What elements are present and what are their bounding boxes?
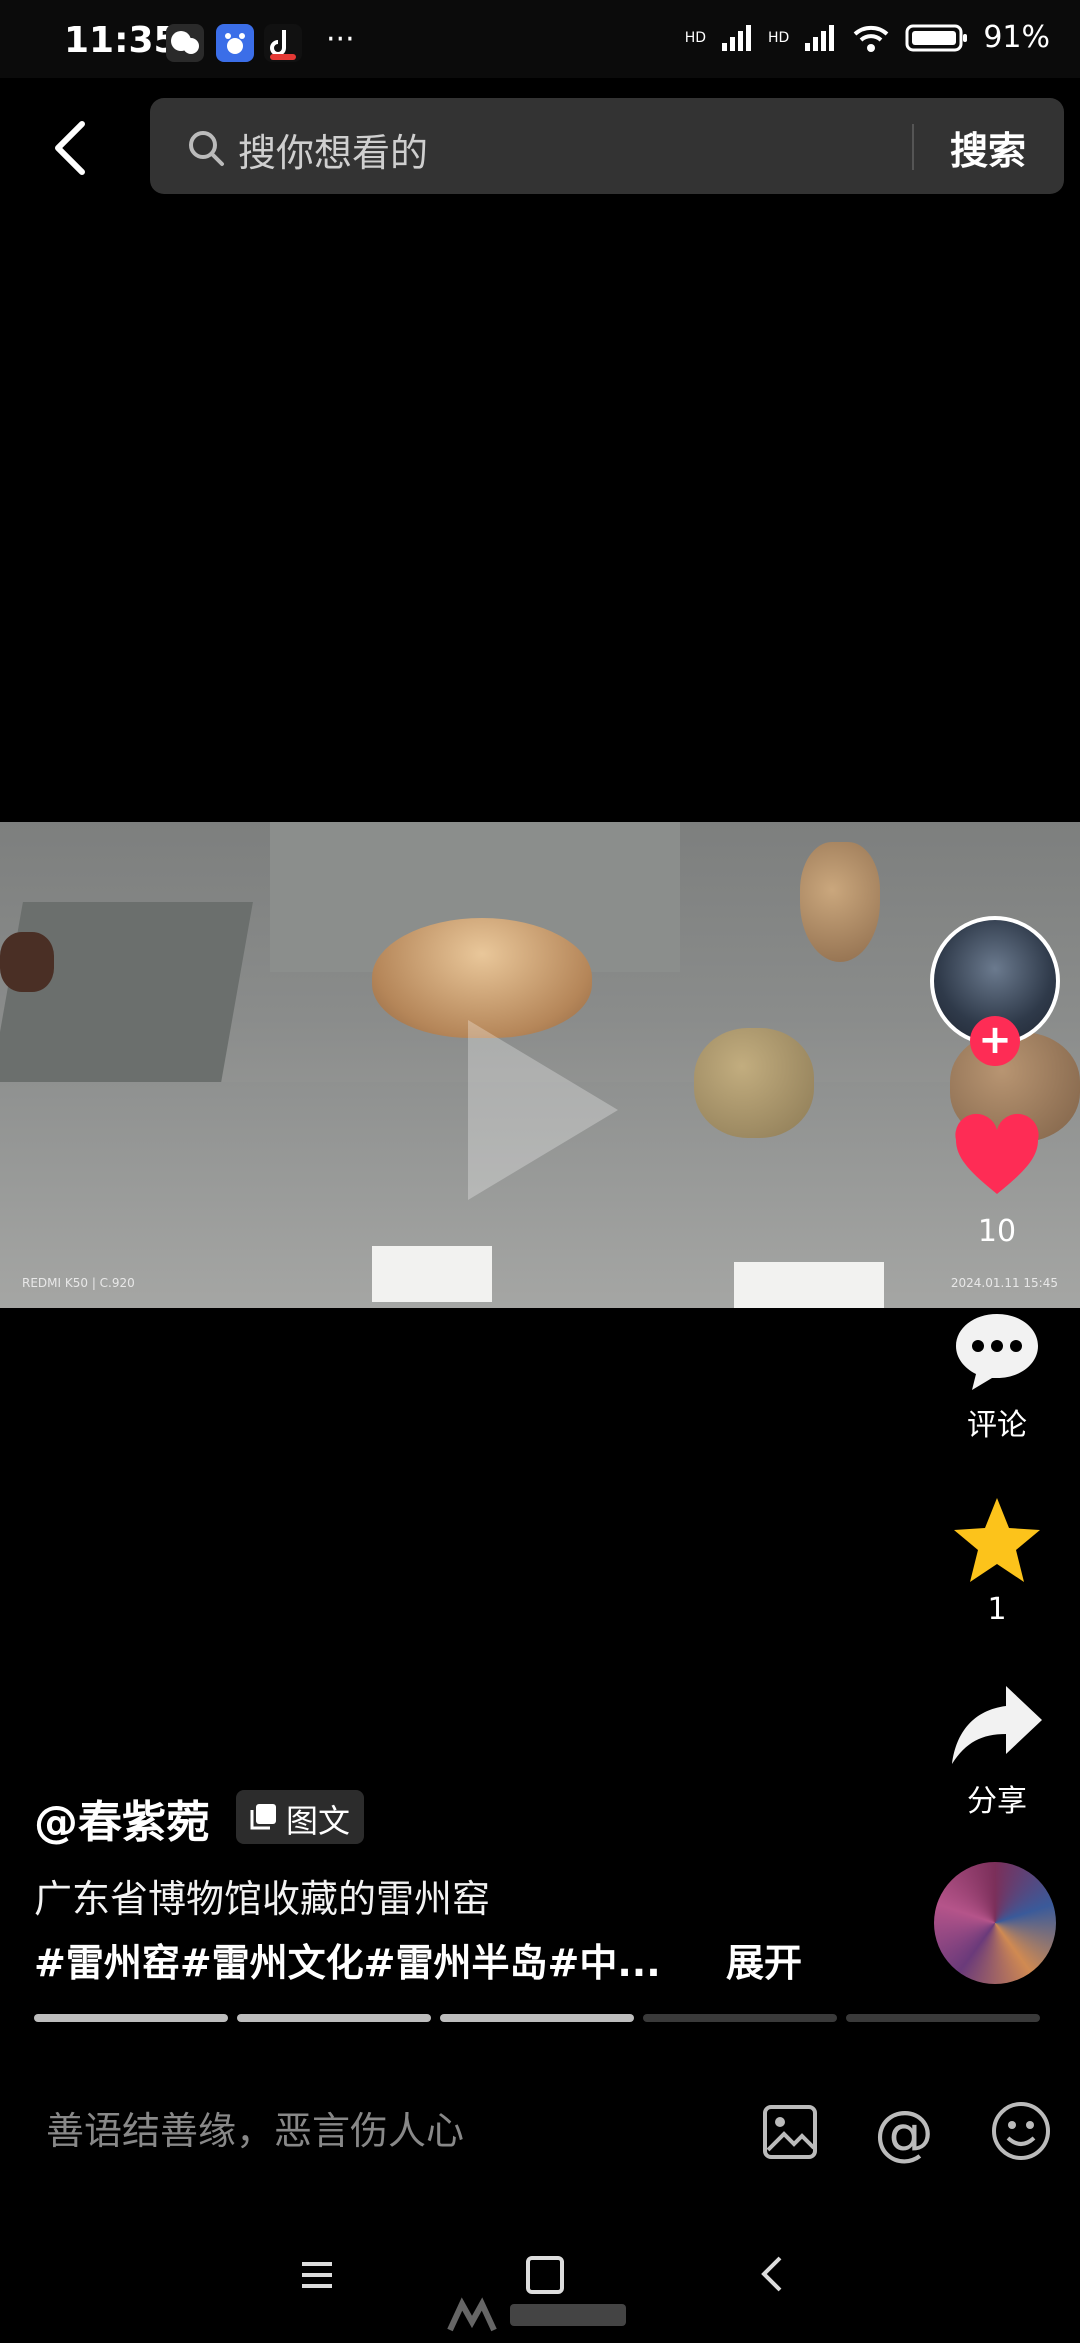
battery-icon <box>905 24 968 51</box>
search-icon <box>186 128 226 168</box>
search-button[interactable]: 搜索 <box>950 120 1026 175</box>
signal-1-label: HD <box>684 29 706 46</box>
ceramic-vase <box>800 842 880 962</box>
expand-button[interactable]: 展开 <box>726 1932 802 1987</box>
exhibit-label-card-2 <box>734 1262 884 1308</box>
emoji-icon[interactable] <box>990 2100 1052 2162</box>
wechat-icon <box>166 24 204 62</box>
image-progress-segment <box>846 2014 1040 2022</box>
favorite-count: 1 <box>987 1592 1007 1627</box>
post-type-label: 图文 <box>286 1802 351 1840</box>
play-icon[interactable] <box>468 1020 618 1200</box>
post-description: 广东省博物馆收藏的雷州窑 <box>34 1877 491 1921</box>
like-count: 10 <box>977 1214 1017 1249</box>
ceramic-bowl-dark <box>0 932 54 992</box>
menu-icon[interactable] <box>300 2260 334 2290</box>
signal-2-label: HD <box>768 29 790 46</box>
baidu-icon <box>216 24 254 62</box>
author-name[interactable]: @春紫菀 <box>34 1786 210 1850</box>
search-divider <box>912 124 914 170</box>
exhibit-label-card <box>372 1246 492 1302</box>
nav-back-icon[interactable] <box>756 2254 786 2294</box>
image-progress-segment <box>440 2014 634 2022</box>
ceramic-ewer <box>694 1028 814 1138</box>
back-button[interactable] <box>50 118 90 178</box>
more-notifications-icon: ··· <box>326 22 355 57</box>
share-icon[interactable] <box>948 1680 1046 1770</box>
post-hashtags[interactable]: #雷州窑#雷州文化#雷州半岛#中... <box>34 1932 661 1987</box>
comment-label: 评论 <box>967 1408 1027 1443</box>
wifi-icon <box>853 25 889 52</box>
search-input[interactable]: 搜你想看的 <box>238 122 428 177</box>
douyin-icon <box>264 24 302 62</box>
image-progress-segment <box>34 2014 228 2022</box>
image-icon[interactable] <box>762 2104 818 2160</box>
status-time: 11:35 <box>64 20 179 61</box>
image-progress-segment <box>237 2014 431 2022</box>
share-label: 分享 <box>967 1784 1027 1819</box>
comment-icon[interactable] <box>952 1306 1042 1396</box>
heart-icon[interactable] <box>950 1110 1044 1204</box>
signal-1-icon <box>722 24 751 51</box>
image-progress-segment <box>643 2014 837 2022</box>
status-right: HD HD 91% <box>685 20 1050 55</box>
battery-level: 91% <box>983 20 1050 55</box>
image-post-icon <box>248 1802 278 1832</box>
follow-button[interactable]: + <box>970 1016 1020 1066</box>
signal-2-icon <box>805 24 835 51</box>
music-disc[interactable] <box>934 1862 1056 1984</box>
date-watermark: 2024.01.11 15:45 <box>950 1276 1058 1290</box>
home-icon[interactable] <box>526 2256 564 2294</box>
star-icon[interactable] <box>950 1494 1044 1588</box>
at-icon[interactable]: @ <box>874 2098 934 2168</box>
camera-watermark: REDMI K50 | C.920 <box>22 1276 135 1290</box>
back-icon <box>55 121 85 175</box>
comment-input[interactable]: 善语结善缘，恶言伤人心 <box>46 2100 464 2155</box>
site-watermark <box>446 2296 636 2343</box>
